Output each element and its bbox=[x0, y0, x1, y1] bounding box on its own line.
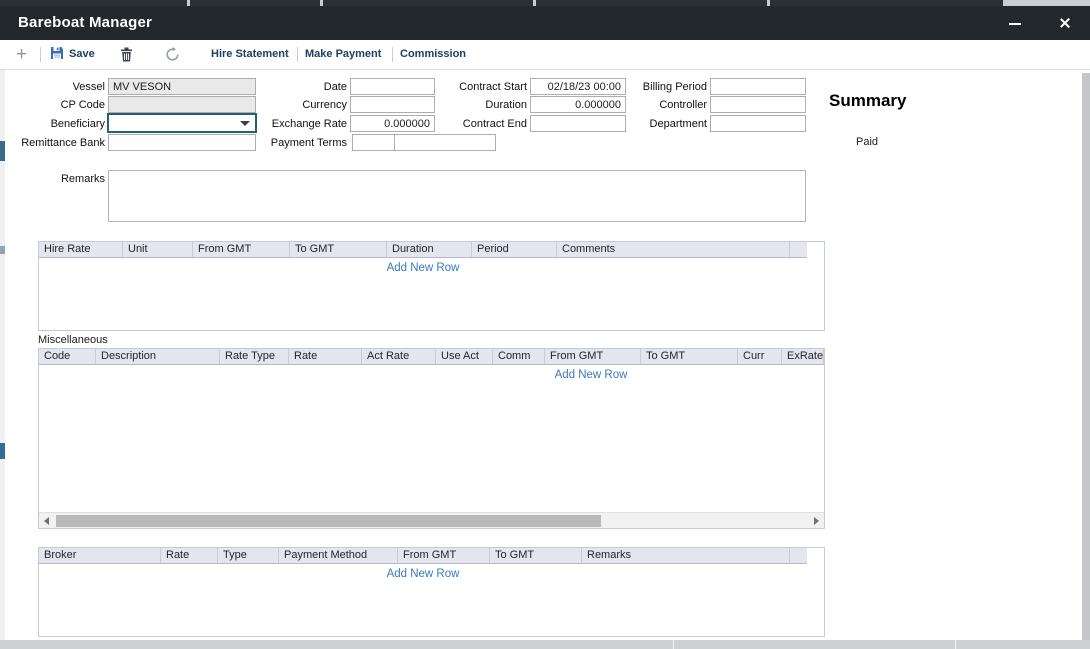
minimize-button[interactable] bbox=[998, 6, 1032, 40]
column-header[interactable]: Rate bbox=[289, 349, 362, 364]
delete-button[interactable] bbox=[120, 40, 133, 69]
column-header[interactable]: ExRate bbox=[782, 349, 824, 364]
column-header[interactable]: From GMT bbox=[545, 349, 641, 364]
hire-rate-table: Hire Rate Unit From GMT To GMT Duration … bbox=[38, 241, 825, 331]
toolbar-separator bbox=[40, 47, 41, 62]
miscellaneous-horizontal-scrollbar[interactable] bbox=[39, 512, 824, 528]
column-header[interactable]: Description bbox=[96, 349, 220, 364]
make-payment-button[interactable]: Make Payment bbox=[305, 40, 381, 69]
refresh-icon bbox=[165, 47, 180, 62]
hire-statement-button[interactable]: Hire Statement bbox=[211, 40, 289, 69]
hire-add-new-row-link[interactable]: Add New Row bbox=[39, 262, 807, 274]
column-header-spacer bbox=[790, 548, 807, 563]
background-window-edge-bottom bbox=[0, 640, 1090, 649]
broker-add-new-row-link[interactable]: Add New Row bbox=[39, 568, 807, 580]
miscellaneous-table: Code Description Rate Type Rate Act Rate… bbox=[38, 348, 825, 529]
hire-rate-table-header: Hire Rate Unit From GMT To GMT Duration … bbox=[39, 242, 807, 258]
column-header-spacer bbox=[790, 242, 807, 257]
add-button[interactable]: + bbox=[16, 40, 27, 69]
column-header[interactable]: Code bbox=[39, 349, 96, 364]
miscellaneous-section-label: Miscellaneous bbox=[38, 334, 108, 346]
close-icon bbox=[1059, 17, 1071, 29]
column-header[interactable]: Period bbox=[472, 242, 557, 257]
column-header[interactable]: From GMT bbox=[193, 242, 290, 257]
column-header[interactable]: To GMT bbox=[490, 548, 582, 563]
title-bar[interactable]: Bareboat Manager bbox=[0, 6, 1090, 40]
payment-terms-description-field[interactable] bbox=[394, 134, 496, 151]
arrow-right-icon bbox=[814, 517, 819, 525]
column-header[interactable]: Curr bbox=[738, 349, 782, 364]
save-button[interactable]: Save bbox=[50, 40, 95, 69]
bareboat-manager-window: Bareboat Manager + Save bbox=[0, 0, 1090, 649]
column-header[interactable]: Duration bbox=[387, 242, 472, 257]
scroll-left-button[interactable] bbox=[39, 513, 55, 529]
column-header[interactable]: To GMT bbox=[641, 349, 738, 364]
billing-period-label: Billing Period bbox=[610, 81, 707, 94]
column-header[interactable]: Type bbox=[218, 548, 279, 563]
payment-terms-label: Payment Terms bbox=[240, 137, 347, 150]
save-label: Save bbox=[69, 48, 95, 60]
column-header[interactable]: Broker bbox=[39, 548, 161, 563]
column-header[interactable]: To GMT bbox=[290, 242, 387, 257]
duration-label: Duration bbox=[430, 99, 527, 112]
column-header[interactable]: Comments bbox=[557, 242, 790, 257]
column-header[interactable]: Unit bbox=[123, 242, 193, 257]
contract-end-label: Contract End bbox=[430, 118, 527, 131]
column-header[interactable]: Payment Method bbox=[279, 548, 398, 563]
date-label: Date bbox=[240, 81, 347, 94]
controller-field[interactable] bbox=[710, 96, 806, 113]
remittance-bank-label: Remittance Bank bbox=[0, 137, 105, 150]
controller-label: Controller bbox=[610, 99, 707, 112]
remittance-bank-field[interactable] bbox=[108, 134, 256, 151]
column-header[interactable]: Act Rate bbox=[362, 349, 436, 364]
miscellaneous-add-new-row-link[interactable]: Add New Row bbox=[491, 369, 691, 381]
toolbar-separator bbox=[297, 47, 298, 62]
currency-label: Currency bbox=[240, 99, 347, 112]
close-button[interactable] bbox=[1048, 6, 1082, 40]
floppy-disk-icon bbox=[50, 46, 64, 60]
window-title: Bareboat Manager bbox=[18, 14, 152, 31]
column-header[interactable]: Hire Rate bbox=[39, 242, 123, 257]
column-header[interactable]: Remarks bbox=[582, 548, 790, 563]
scrollbar-thumb[interactable] bbox=[56, 515, 601, 527]
payment-terms-code-field[interactable] bbox=[352, 134, 395, 151]
vessel-label: Vessel bbox=[0, 81, 105, 94]
refresh-button[interactable] bbox=[165, 40, 180, 69]
department-label: Department bbox=[610, 118, 707, 131]
cp-code-label: CP Code bbox=[0, 99, 105, 112]
vessel-field[interactable] bbox=[108, 78, 256, 95]
remarks-label: Remarks bbox=[0, 173, 105, 186]
beneficiary-select[interactable] bbox=[107, 113, 257, 133]
date-field[interactable] bbox=[350, 78, 435, 95]
summary-title: Summary bbox=[829, 91, 906, 111]
broker-table: Broker Rate Type Payment Method From GMT… bbox=[38, 547, 825, 637]
exchange-rate-label: Exchange Rate bbox=[240, 118, 347, 131]
remarks-field[interactable] bbox=[108, 170, 806, 222]
column-header[interactable]: Rate bbox=[161, 548, 218, 563]
broker-table-header: Broker Rate Type Payment Method From GMT… bbox=[39, 548, 807, 564]
commission-button[interactable]: Commission bbox=[400, 40, 466, 69]
trash-icon bbox=[120, 47, 133, 62]
cp-code-field[interactable] bbox=[108, 96, 256, 113]
minimize-icon bbox=[1009, 23, 1021, 25]
column-header[interactable]: Comm bbox=[493, 349, 545, 364]
plus-icon: + bbox=[16, 44, 27, 65]
scroll-right-button[interactable] bbox=[808, 513, 824, 529]
column-header[interactable]: From GMT bbox=[398, 548, 490, 563]
miscellaneous-table-header: Code Description Rate Type Rate Act Rate… bbox=[39, 349, 824, 365]
arrow-left-icon bbox=[44, 517, 49, 525]
exchange-rate-field[interactable] bbox=[350, 115, 435, 132]
column-header[interactable]: Use Act bbox=[436, 349, 493, 364]
billing-period-field[interactable] bbox=[710, 78, 806, 95]
background-window-edge-left bbox=[0, 70, 5, 640]
toolbar: + Save bbox=[0, 40, 1090, 70]
currency-field[interactable] bbox=[350, 96, 435, 113]
beneficiary-label: Beneficiary bbox=[0, 118, 105, 131]
summary-paid-label: Paid bbox=[856, 136, 878, 148]
department-field[interactable] bbox=[710, 115, 806, 132]
background-window-edge-right bbox=[1082, 73, 1090, 649]
toolbar-separator bbox=[392, 47, 393, 62]
contract-start-label: Contract Start bbox=[430, 81, 527, 94]
column-header[interactable]: Rate Type bbox=[220, 349, 289, 364]
